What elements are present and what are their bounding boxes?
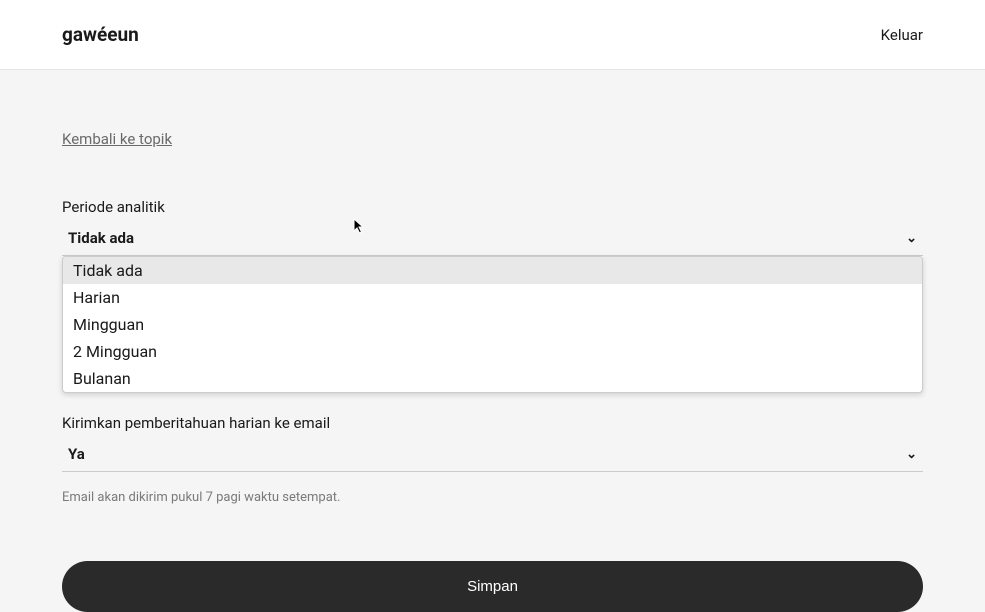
header: gawéeun Keluar [0, 0, 985, 70]
chevron-down-icon: ⌄ [906, 447, 917, 462]
analytics-period-select[interactable]: Tidak ada ⌄ Tidak ada Harian Mingguan 2 … [62, 224, 923, 256]
dropdown-option[interactable]: 2 Mingguan [63, 338, 922, 365]
analytics-period-selected-value: Tidak ada [68, 229, 134, 247]
dropdown-option[interactable]: Harian [63, 284, 922, 311]
analytics-period-dropdown: Tidak ada Harian Mingguan 2 Mingguan Bul… [62, 256, 923, 393]
daily-notification-helper: Email akan dikirim pukul 7 pagi waktu se… [62, 490, 923, 505]
daily-notification-label: Kirimkan pemberitahuan harian ke email [62, 414, 923, 432]
save-button[interactable]: Simpan [62, 561, 923, 612]
logout-link[interactable]: Keluar [881, 26, 923, 44]
analytics-period-group: Periode analitik Tidak ada ⌄ Tidak ada H… [62, 198, 923, 256]
main-content: Kembali ke topik Periode analitik Tidak … [0, 70, 985, 612]
dropdown-option[interactable]: Tidak ada [63, 257, 922, 284]
dropdown-option[interactable]: Mingguan [63, 311, 922, 338]
analytics-period-label: Periode analitik [62, 198, 923, 216]
daily-notification-selected-value: Ya [68, 445, 85, 463]
daily-notification-group: Kirimkan pemberitahuan harian ke email Y… [62, 414, 923, 505]
dropdown-option[interactable]: Bulanan [63, 365, 922, 392]
chevron-down-icon: ⌄ [906, 231, 917, 246]
back-to-topic-link[interactable]: Kembali ke topik [62, 130, 172, 148]
app-logo: gawéeun [62, 23, 139, 46]
daily-notification-select[interactable]: Ya ⌄ [62, 440, 923, 472]
